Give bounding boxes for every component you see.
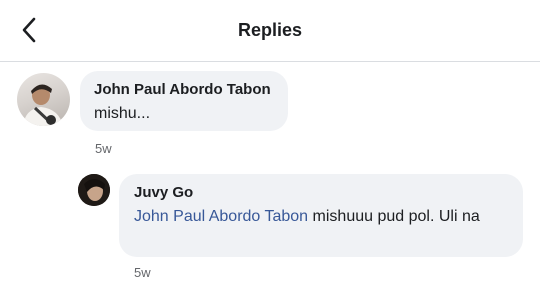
- header-bar: Replies: [0, 0, 540, 62]
- reply-timestamp[interactable]: 5w: [134, 265, 151, 280]
- reply-text: John Paul Abordo Tabon mishuuu pud pol. …: [134, 205, 509, 228]
- avatar[interactable]: [17, 73, 70, 126]
- comment-text: mishu...: [94, 105, 151, 122]
- comment-timestamp[interactable]: 5w: [95, 141, 112, 156]
- reply-bubble[interactable]: Juvy Go John Paul Abordo Tabon mishuuu p…: [119, 174, 523, 257]
- reply-author[interactable]: Juvy Go: [134, 184, 509, 202]
- profile-photo: [78, 174, 110, 206]
- profile-photo: [23, 84, 63, 126]
- mention-link[interactable]: John Paul Abordo Tabon: [134, 208, 308, 225]
- comment-bubble[interactable]: John Paul Abordo Tabon mishu...: [80, 71, 288, 131]
- comment-author[interactable]: John Paul Abordo Tabon: [94, 81, 288, 99]
- avatar[interactable]: [78, 174, 110, 206]
- page-title: Replies: [237, 20, 303, 40]
- reply-message: mishuuu pud pol. Uli na: [312, 208, 480, 225]
